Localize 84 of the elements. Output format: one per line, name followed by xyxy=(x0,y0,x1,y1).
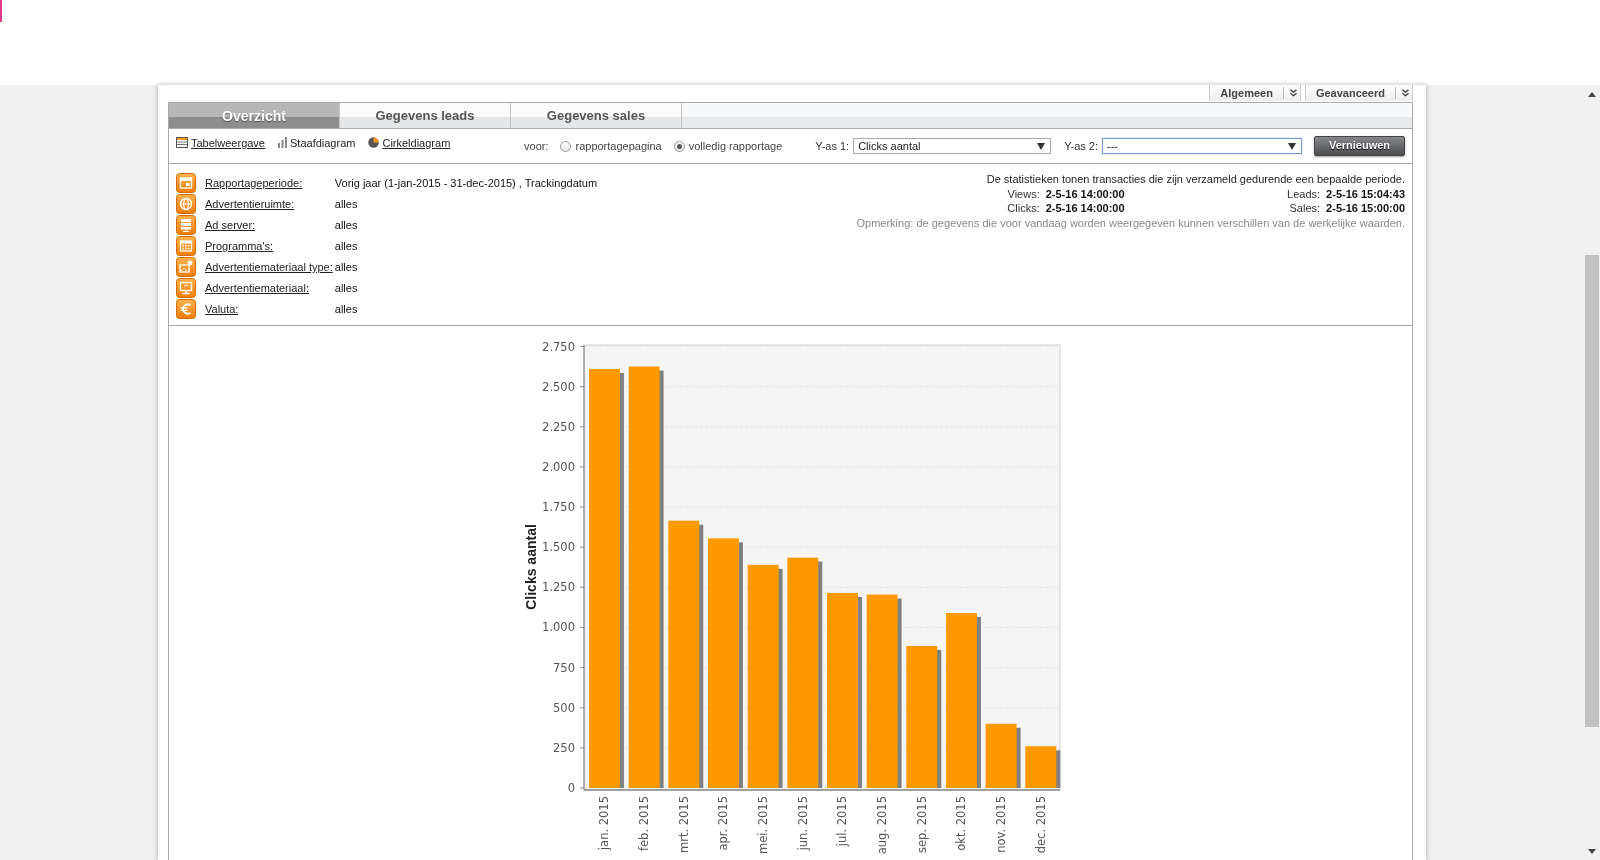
timestamp-label: Views: xyxy=(1006,186,1040,201)
dropdown[interactable]: --- xyxy=(1102,138,1302,154)
timestamp-value: 2-5-16 14:00:00 xyxy=(1045,201,1125,216)
grid-icon xyxy=(176,236,196,256)
scroll-up-icon[interactable] xyxy=(1588,92,1596,97)
bar xyxy=(1025,746,1061,788)
scroll-down-icon[interactable] xyxy=(1588,849,1596,854)
double-chevron-down-icon xyxy=(1289,89,1297,97)
y-tick-label: 2.500 xyxy=(542,379,575,394)
y-tick-label: 2.250 xyxy=(542,419,575,434)
filter-link[interactable]: Advertentiemateriaal type: xyxy=(205,261,333,273)
timestamp-label: Leads: xyxy=(1286,186,1321,201)
table-icon xyxy=(176,137,188,148)
timestamp-label: Sales: xyxy=(1288,201,1321,216)
x-tick-label: jul. 2015 xyxy=(835,796,850,847)
filter-value: alles xyxy=(334,219,359,231)
y-tick-label: 250 xyxy=(553,740,575,755)
filter-value: alles xyxy=(334,240,359,252)
filter-link[interactable]: Ad server: xyxy=(205,219,333,231)
filter-value: alles xyxy=(334,198,359,210)
calendar-icon xyxy=(176,173,196,193)
x-tick-label: mrt. 2015 xyxy=(676,796,691,854)
menu-button[interactable]: Geavanceerd xyxy=(1304,85,1413,101)
x-tick-label: jun. 2015 xyxy=(795,796,810,851)
y-tick-label: 1.500 xyxy=(542,540,575,555)
filter-link[interactable]: Valuta: xyxy=(205,303,333,315)
filter-value: alles xyxy=(334,282,359,294)
x-tick-label: dec. 2015 xyxy=(1033,796,1048,854)
x-tick-label: apr. 2015 xyxy=(716,796,731,851)
view-mode-link[interactable]: Cirkeldiagram xyxy=(382,136,451,149)
double-chevron-down-icon xyxy=(1402,89,1409,97)
filter-link[interactable]: Advertentieruimte: xyxy=(205,198,333,210)
x-tick-label: feb. 2015 xyxy=(637,796,651,851)
server-icon xyxy=(176,215,196,235)
caret-icon xyxy=(1037,142,1046,150)
filter-link[interactable]: Programma's: xyxy=(205,240,333,252)
x-tick-label: okt. 2015 xyxy=(954,796,969,851)
timestamp-label: Clicks: xyxy=(1006,201,1040,216)
view-mode-label[interactable]: Staafdiagram xyxy=(290,136,356,149)
refresh-button[interactable]: Vernieuwen xyxy=(1314,136,1405,156)
monitor-icon xyxy=(176,278,196,298)
filter-link[interactable]: Advertentiemateriaal: xyxy=(205,282,333,294)
filter-value: Vorig jaar (1-jan-2015 - 31-dec-2015) , Trackingdatum xyxy=(334,177,598,189)
y-tick-label: 1.000 xyxy=(542,620,575,635)
field-label: Y-as 2: xyxy=(1064,140,1098,152)
radio-label[interactable]: volledig rapportage xyxy=(688,140,783,152)
filter-value: alles xyxy=(334,303,359,315)
edge-marker xyxy=(0,0,2,22)
y-tick-label: 1.250 xyxy=(542,580,575,595)
timestamp-value: 2-5-16 15:04:43 xyxy=(1326,186,1405,201)
radio-button[interactable] xyxy=(560,140,572,152)
description-text: De statistieken tonen transacties die zijn verzameld gedurende een bepaalde periode. xyxy=(986,172,1405,187)
x-tick-label: mei. 2015 xyxy=(756,796,770,855)
y-tick-label: 1.750 xyxy=(542,500,575,515)
globe-icon xyxy=(176,194,196,214)
y-tick-label: 500 xyxy=(553,700,575,715)
image-icon xyxy=(176,257,196,277)
bar-chart-icon xyxy=(278,137,287,148)
radio-button[interactable] xyxy=(673,140,685,152)
timestamp-value: 2-5-16 14:00:00 xyxy=(1045,186,1125,201)
field-label: Y-as 1: xyxy=(815,140,850,152)
y-tick-label: 0 xyxy=(567,781,575,795)
euro-icon xyxy=(176,299,196,319)
filter-value: alles xyxy=(334,261,359,273)
x-tick-label: nov. 2015 xyxy=(994,796,1008,853)
dropdown[interactable]: Clicks aantal xyxy=(853,138,1052,154)
note-text: Opmerking: de gegevens die voor vandaag worden weergegeven kunnen verschillen van de werkelijke waarden. xyxy=(856,215,1405,230)
view-mode-link[interactable]: Tabelweergave xyxy=(191,136,265,149)
filter-link[interactable]: Rapportageperiode: xyxy=(205,177,333,189)
radio-label[interactable]: rapportagepagina xyxy=(575,140,662,152)
pie-chart-icon xyxy=(368,137,380,148)
caret-icon xyxy=(1288,142,1296,150)
scrollbar-thumb[interactable] xyxy=(1585,255,1599,727)
x-tick-label: sep. 2015 xyxy=(914,796,929,853)
bar xyxy=(985,723,1021,788)
x-tick-label: aug. 2015 xyxy=(875,796,889,855)
timestamp-value: 2-5-16 15:00:00 xyxy=(1326,201,1405,216)
axis-title: Clicks aantal xyxy=(523,524,539,610)
y-tick-label: 2.750 xyxy=(542,339,575,354)
y-tick-label: 750 xyxy=(553,660,575,675)
menu-button[interactable]: Algemeen xyxy=(1209,85,1301,101)
scope-label: voor: xyxy=(524,140,549,152)
y-tick-label: 2.000 xyxy=(542,459,575,474)
x-tick-label: jan. 2015 xyxy=(597,796,612,851)
